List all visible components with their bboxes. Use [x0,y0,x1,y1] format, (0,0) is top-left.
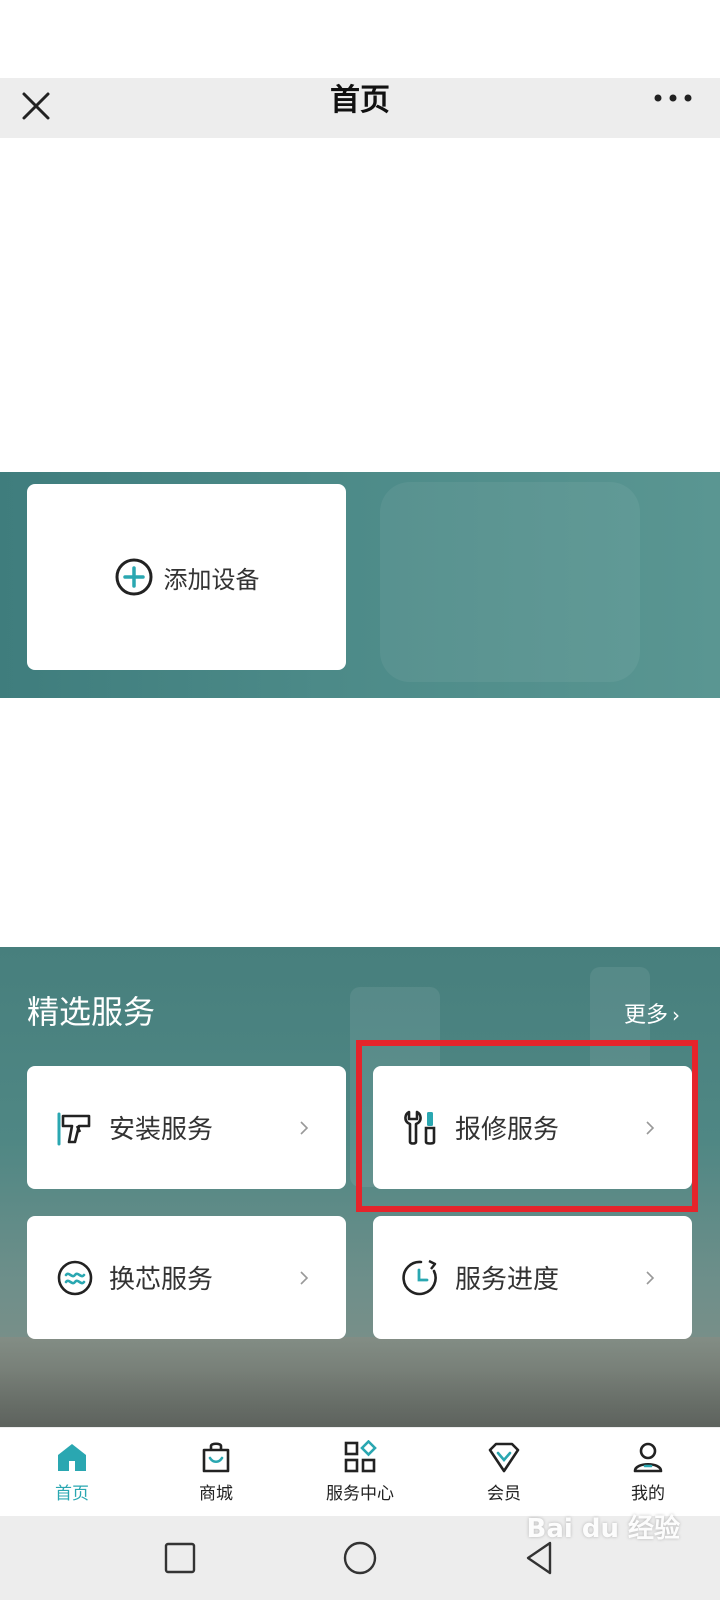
add-device-button[interactable]: 添加设备 [27,484,346,670]
add-device-label: 添加设备 [163,565,260,594]
chevron-right-icon [646,1120,655,1135]
service-progress-card[interactable]: 服务进度 [373,1216,692,1339]
tab-home[interactable]: 首页 [0,1428,144,1516]
tab-label: 商城 [199,1484,233,1504]
section-title: 精选服务 [27,993,156,1031]
install-service-label: 安装服务 [109,1115,214,1145]
more-label: 更多 [623,1003,668,1028]
tab-service-center[interactable]: 服务中心 [288,1428,432,1516]
clock-progress-icon [402,1259,437,1295]
tab-label: 会员 [487,1484,521,1504]
home-icon [58,1444,86,1471]
chevron-right-icon [300,1120,309,1135]
install-service-card[interactable]: 安装服务 [27,1066,346,1189]
grid-apps-icon [344,1440,377,1473]
tab-mall[interactable]: 商城 [144,1428,288,1516]
back-icon[interactable] [520,1538,560,1578]
tab-me[interactable]: 我的 [576,1428,720,1516]
more-options-icon[interactable] [652,90,694,114]
tab-label: 首页 [55,1484,89,1504]
tab-label: 服务中心 [326,1484,394,1504]
screen: 首页 添加设备 精选服务 更多 › 安装服务 报修服务 换芯服务 服务进度 首页… [0,0,720,1600]
banner-background-decoration [380,482,640,682]
title-bar: 首页 [0,78,720,138]
device-banner: 添加设备 [0,472,720,698]
filter-replacement-card[interactable]: 换芯服务 [27,1216,346,1339]
featured-services-section: 精选服务 更多 › 安装服务 报修服务 换芯服务 服务进度 [0,947,720,1427]
chevron-right-icon [300,1270,309,1285]
water-filter-icon [57,1260,93,1295]
status-bar [0,0,720,78]
close-icon[interactable] [18,88,54,124]
person-icon [633,1442,663,1473]
home-circle-icon[interactable] [340,1538,380,1578]
repair-service-label: 报修服务 [455,1115,560,1145]
tab-label: 我的 [631,1484,665,1504]
recent-apps-icon[interactable] [160,1538,200,1578]
add-circle-icon [115,558,152,596]
service-progress-label: 服务进度 [455,1265,560,1295]
drill-icon [57,1112,91,1145]
filter-replacement-label: 换芯服务 [109,1265,214,1295]
chevron-right-icon [646,1270,655,1285]
wrench-screwdriver-icon [404,1110,436,1145]
page-title: 首页 [330,83,390,118]
more-services-link[interactable]: 更多 › [624,997,680,1029]
tab-membership[interactable]: 会员 [432,1428,576,1516]
diamond-icon [488,1442,520,1473]
system-navigation-bar [0,1516,720,1600]
shopping-bag-icon [202,1442,230,1473]
background-shelf-decoration [0,1337,720,1427]
bottom-tab-bar: 首页 商城 服务中心 会员 我的 [0,1427,720,1516]
repair-service-card[interactable]: 报修服务 [373,1066,692,1189]
chevron-right-icon: › [672,1003,680,1027]
